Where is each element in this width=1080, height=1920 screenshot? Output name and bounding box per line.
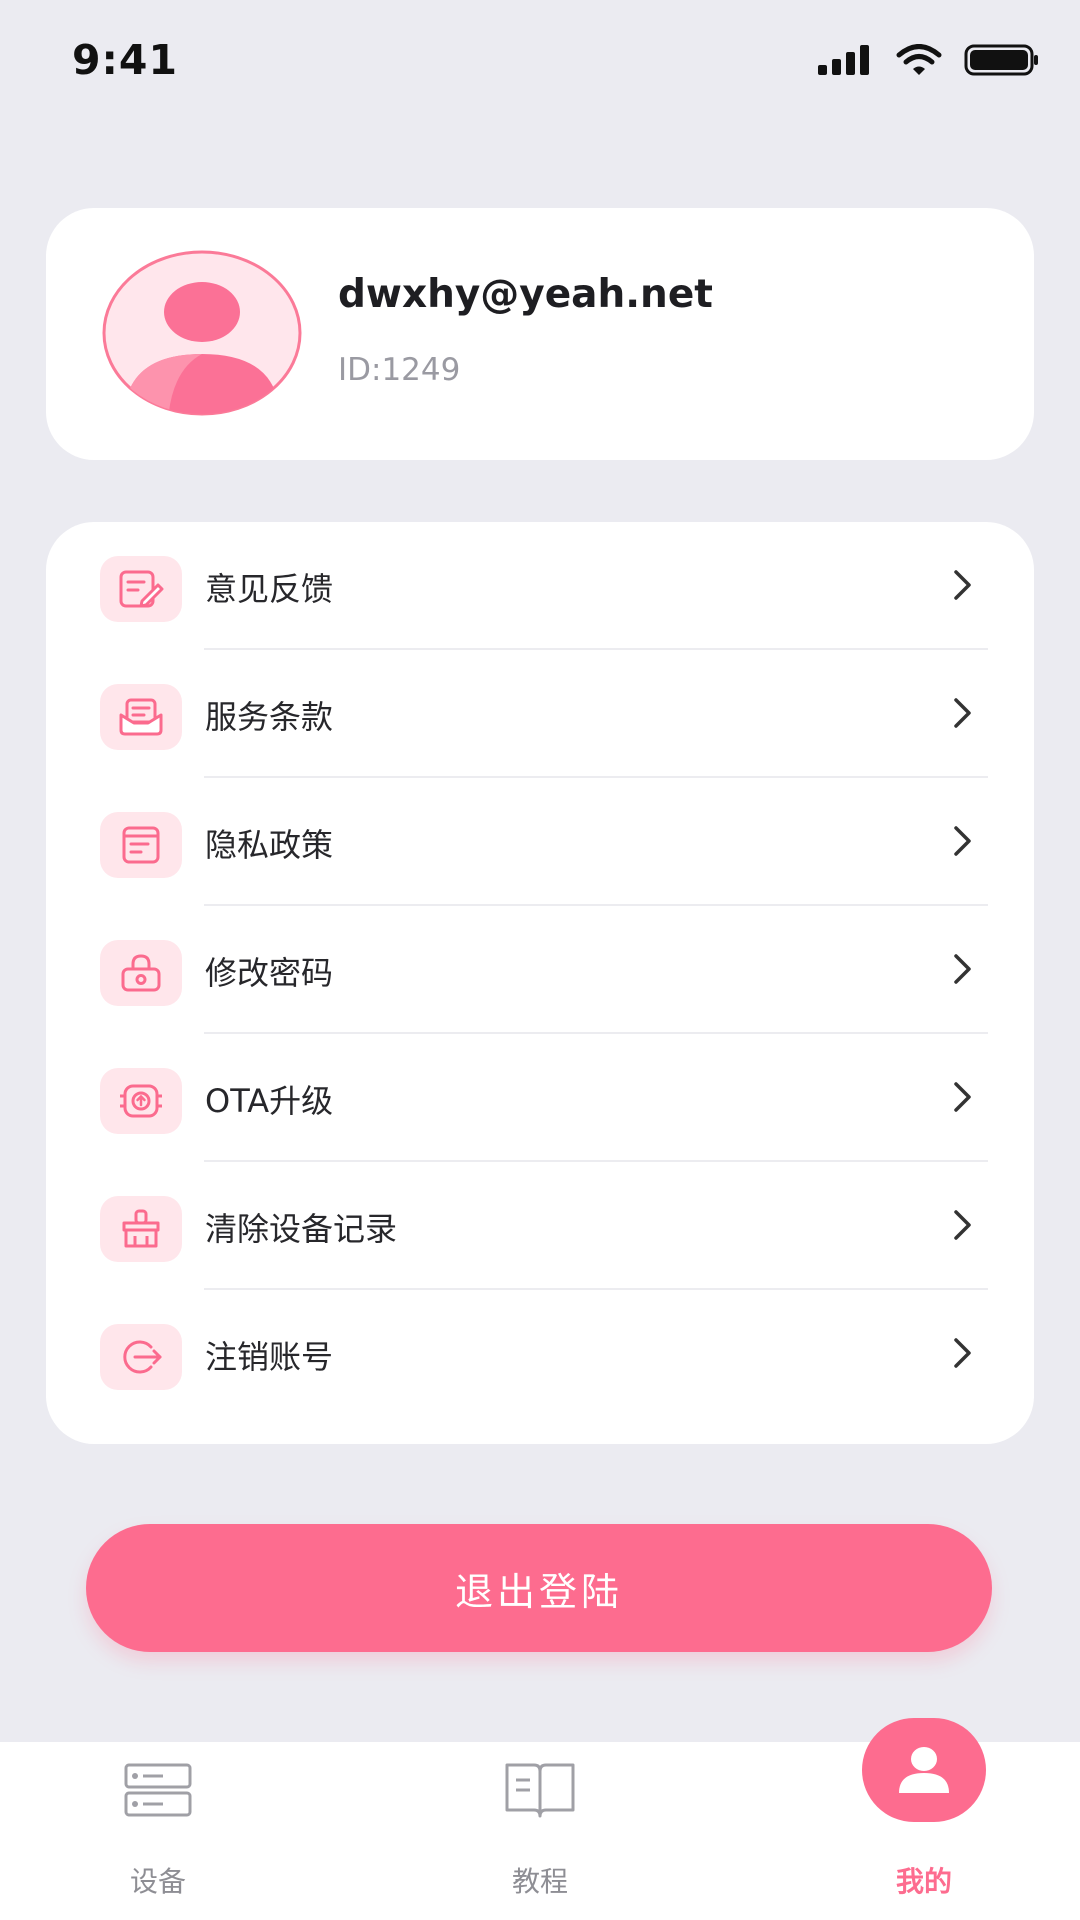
device-list-icon <box>124 1763 192 1817</box>
terms-icon <box>100 684 182 750</box>
ota-upgrade-icon <box>100 1068 182 1134</box>
menu-item-delete-account[interactable]: 注销账号 <box>46 1290 1034 1418</box>
menu-item-change-password[interactable]: 修改密码 <box>46 906 1034 1034</box>
status-time: 9:41 <box>72 36 178 84</box>
tab-devices[interactable]: 设备 <box>48 1742 268 1920</box>
profile-email: dwxhy@yeah.net <box>338 272 713 317</box>
logout-button[interactable]: 退出登陆 <box>86 1524 992 1652</box>
chevron-right-icon <box>954 826 971 856</box>
menu-item-label: 清除设备记录 <box>205 1210 398 1248</box>
menu-item-label: 意见反馈 <box>205 570 334 608</box>
chevron-right-icon <box>954 570 971 600</box>
menu-item-label: 服务条款 <box>205 698 334 736</box>
logout-arrow-icon <box>100 1324 182 1390</box>
menu-item-label: OTA升级 <box>205 1082 334 1120</box>
feedback-icon <box>100 556 182 622</box>
tab-label: 教程 <box>511 1865 568 1898</box>
tab-bar: 设备 教程 我的 <box>0 1718 1080 1920</box>
tab-label: 我的 <box>895 1865 952 1898</box>
person-icon <box>899 1747 949 1793</box>
menu-item-feedback[interactable]: 意见反馈 <box>46 522 1034 650</box>
battery-icon <box>964 44 1038 76</box>
status-icons <box>818 44 1040 76</box>
menu-item-label: 隐私政策 <box>205 826 334 864</box>
menu-item-privacy[interactable]: 隐私政策 <box>46 778 1034 906</box>
lock-icon <box>100 940 182 1006</box>
privacy-icon <box>100 812 182 878</box>
settings-menu: 意见反馈 服务条款 隐私政策 修改密码 OTA升级 清除设备记录 注销账号 <box>46 522 1034 1444</box>
chevron-right-icon <box>954 1338 971 1368</box>
chevron-right-icon <box>954 954 971 984</box>
status-bar: 9:41 <box>0 0 1080 120</box>
chevron-right-icon <box>954 1210 971 1240</box>
profile-card[interactable] <box>46 208 1034 460</box>
menu-item-ota-upgrade[interactable]: OTA升级 <box>46 1034 1034 1162</box>
tab-tutorials[interactable]: 教程 <box>430 1742 650 1920</box>
avatar-icon[interactable] <box>102 250 302 416</box>
menu-item-terms[interactable]: 服务条款 <box>46 650 1034 778</box>
tab-label: 设备 <box>129 1865 186 1898</box>
wifi-icon <box>896 44 942 75</box>
menu-item-clear-device-records[interactable]: 清除设备记录 <box>46 1162 1034 1290</box>
chevron-right-icon <box>954 1082 971 1112</box>
book-icon <box>505 1763 575 1818</box>
tab-active-indicator <box>862 1718 986 1822</box>
cellular-signal-icon <box>818 45 869 75</box>
menu-item-label: 修改密码 <box>205 954 334 992</box>
menu-item-label: 注销账号 <box>205 1338 334 1376</box>
tab-mine[interactable]: 我的 <box>814 1718 1034 1920</box>
profile-screen: 9:41 dwxhy@yeah.net ID:1249 意见反馈 服务条款 隐私… <box>0 0 1080 1920</box>
chevron-right-icon <box>954 698 971 728</box>
profile-user-id: ID:1249 <box>338 352 461 388</box>
broom-icon <box>100 1196 182 1262</box>
